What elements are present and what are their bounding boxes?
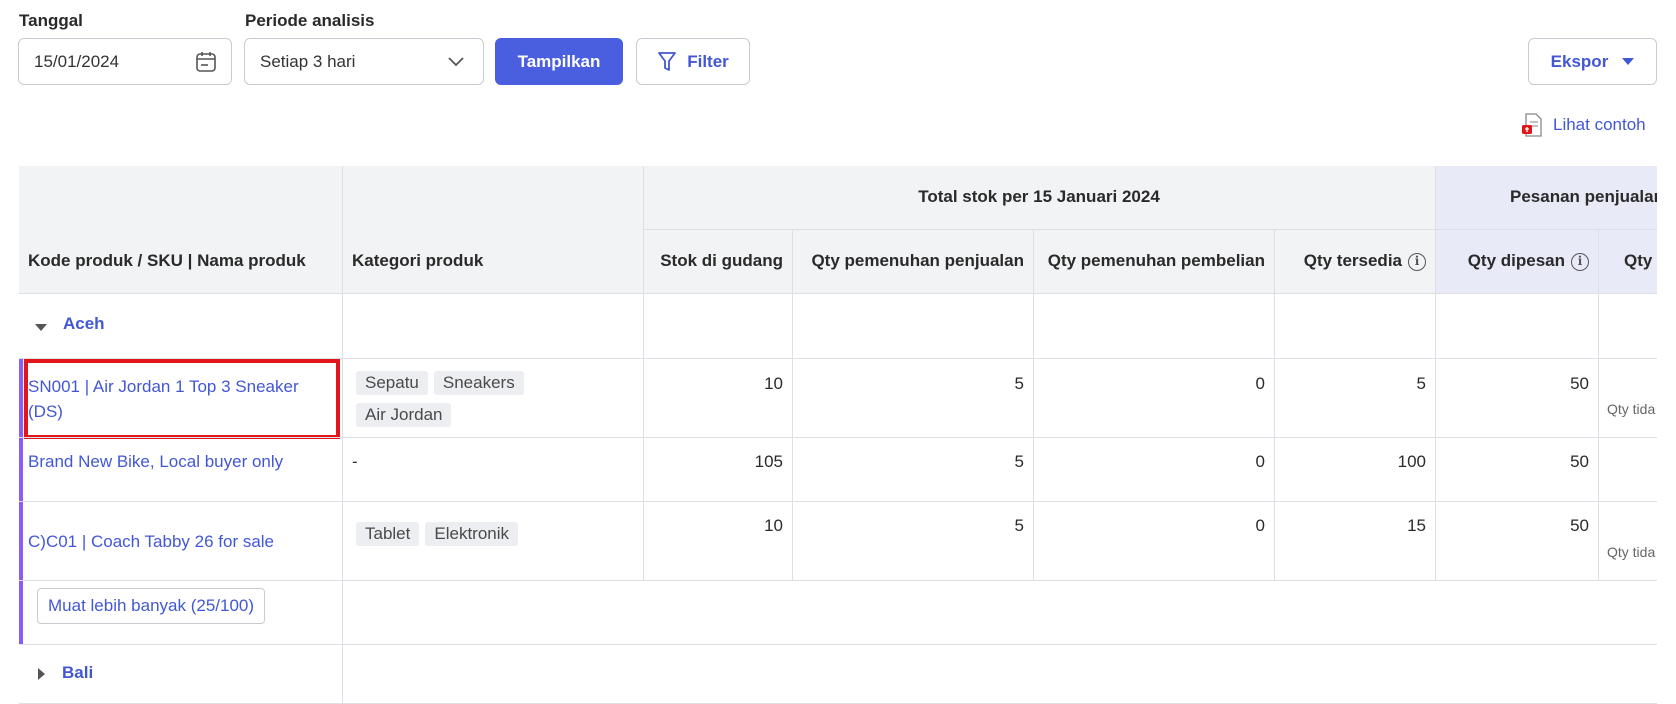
category-tags: Sepatu Sneakers Air Jordan	[356, 371, 636, 435]
col-warehouse-stock: Stok di gudang	[660, 251, 783, 270]
available-value: 100	[1397, 452, 1426, 471]
category-tag: Elektronik	[425, 522, 519, 546]
sales-fulfillment-value: 5	[1014, 374, 1024, 393]
chevron-down-icon	[447, 54, 465, 73]
caret-right-icon[interactable]	[37, 667, 47, 686]
show-button[interactable]: Tampilkan	[495, 38, 623, 85]
ordered-value: 50	[1570, 374, 1589, 393]
stock-value: 10	[764, 516, 783, 535]
export-button[interactable]: Ekspor	[1528, 38, 1657, 85]
export-label: Ekspor	[1550, 51, 1609, 71]
available-value: 5	[1416, 374, 1426, 393]
col-category: Kategori produk	[352, 251, 484, 270]
category-tag: Sepatu	[356, 371, 428, 395]
purchase-fulfillment-value: 0	[1255, 374, 1265, 393]
stock-value: 10	[764, 374, 783, 393]
col-available: Qty tersedia i	[1274, 251, 1426, 271]
highlight-box	[24, 359, 340, 439]
ordered-value: 50	[1570, 516, 1589, 535]
ordered-value: 50	[1570, 452, 1589, 471]
period-value: Setiap 3 hari	[260, 51, 356, 71]
extra-note: Qty tida	[1607, 401, 1656, 417]
info-icon[interactable]: i	[1408, 252, 1426, 271]
col-ordered-label: Qty dipesan	[1467, 251, 1565, 270]
load-more-button[interactable]: Muat lebih banyak (25/100)	[37, 588, 266, 624]
sample-link[interactable]: Lihat contoh	[1521, 113, 1646, 137]
purchase-fulfillment-value: 0	[1255, 452, 1265, 471]
category-tag: Tablet	[356, 522, 420, 546]
sales-fulfillment-value: 5	[1014, 452, 1024, 471]
date-field[interactable]: 15/01/2024	[18, 38, 232, 85]
col-product: Kode produk / SKU | Nama produk	[28, 251, 306, 270]
group-row-bali[interactable]: Bali	[19, 645, 1657, 703]
calendar-icon[interactable]	[195, 51, 217, 78]
table-row: SN001 | Air Jordan 1 Top 3 Sneaker (DS) …	[19, 359, 1657, 439]
group-row-aceh[interactable]: Aceh	[19, 294, 1657, 358]
caret-down-icon[interactable]	[34, 320, 48, 338]
date-label: Tanggal	[19, 11, 83, 30]
caret-down-icon	[1622, 57, 1635, 66]
load-more-label: Muat lebih banyak (25/100)	[48, 596, 255, 615]
extra-note: Qty tida	[1607, 544, 1656, 560]
product-link[interactable]: C)C01 | Coach Tabby 26 for sale	[28, 532, 274, 552]
sales-fulfillment-value: 5	[1014, 516, 1024, 535]
available-value: 15	[1407, 516, 1426, 535]
col-partial: Qty te	[1624, 251, 1657, 270]
funnel-icon	[657, 51, 677, 73]
purchase-fulfillment-value: 0	[1255, 516, 1265, 535]
orders-header-bg	[1435, 166, 1657, 294]
stock-value: 105	[754, 452, 783, 471]
table-header	[19, 166, 1435, 294]
total-stock-group-header: Total stok per 15 Januari 2024	[918, 187, 1160, 206]
col-available-label: Qty tersedia	[1303, 251, 1402, 270]
info-icon[interactable]: i	[1571, 252, 1589, 271]
table-row: Brand New Bike, Local buyer only - 105 5…	[19, 438, 1657, 501]
stock-table: Total stok per 15 Januari 2024 Pesanan p…	[19, 166, 1657, 704]
col-sales-fulfillment: Qty pemenuhan penjualan	[811, 251, 1024, 270]
category-tag: Air Jordan	[356, 403, 452, 427]
col-ordered: Qty dipesan i	[1435, 251, 1589, 271]
category-value: -	[352, 452, 358, 471]
period-select[interactable]: Setiap 3 hari	[244, 38, 484, 85]
col-purchase-fulfillment: Qty pemenuhan pembelian	[1047, 251, 1265, 270]
category-tag: Sneakers	[433, 371, 524, 395]
product-link[interactable]: Brand New Bike, Local buyer only	[28, 452, 283, 472]
filter-label: Filter	[687, 51, 729, 71]
group-name: Aceh	[63, 314, 105, 333]
date-value: 15/01/2024	[34, 51, 120, 71]
sales-orders-group-header: Pesanan penjualan	[1510, 187, 1657, 206]
period-label: Periode analisis	[245, 11, 375, 30]
group-name: Bali	[62, 663, 94, 682]
category-tags: Tablet Elektronik	[356, 522, 636, 554]
filter-button[interactable]: Filter	[636, 38, 750, 85]
table-row: C)C01 | Coach Tabby 26 for sale Tablet El…	[19, 502, 1657, 580]
sample-link-label: Lihat contoh	[1553, 115, 1646, 134]
pdf-file-icon	[1521, 113, 1543, 137]
